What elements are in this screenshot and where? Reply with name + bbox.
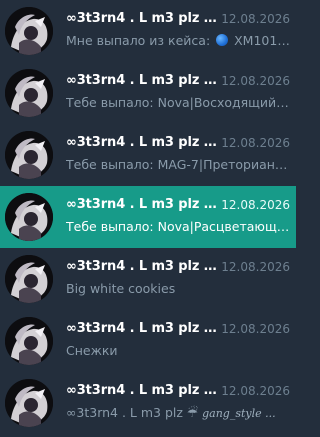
chat-date: 12.08.2026 (221, 322, 290, 336)
message-preview: Тебе выпало: MAG-7|Преторианец... (66, 157, 290, 172)
name-row: ∞3t3rn4 . L m3 plz ☔ ... 12.08.2026 (66, 381, 292, 401)
chat-name: ∞3t3rn4 . L m3 plz ☔ ... (66, 259, 218, 274)
chat-name: ∞3t3rn4 . L m3 plz ☔ ... (66, 135, 218, 150)
avatar[interactable] (5, 69, 53, 117)
chat-date: 12.08.2026 (221, 198, 290, 212)
avatar[interactable] (5, 193, 53, 241)
preview-suffix: gang_style ... (202, 407, 276, 420)
avatar[interactable] (5, 379, 53, 427)
avatar[interactable] (5, 131, 53, 179)
avatar[interactable] (5, 255, 53, 303)
avatar-image (5, 379, 53, 427)
avatar-image (5, 255, 53, 303)
preview-text: ∞3t3rn4 . L m3 plz ☔ (66, 405, 203, 420)
chat-item[interactable]: ∞3t3rn4 . L m3 plz ☔ ... 12.08.2026 Мне … (0, 0, 296, 62)
chat-name: ∞3t3rn4 . L m3 plz ☔ ... (66, 73, 218, 88)
message-preview: Тебе выпало: Nova|Восходящий ч... (66, 95, 290, 110)
chat-date: 12.08.2026 (221, 136, 290, 150)
chat-name: ∞3t3rn4 . L m3 plz ☔ ... (66, 383, 218, 398)
chat-item[interactable]: ∞3t3rn4 . L m3 plz ☔ ... 12.08.2026 Снеж… (0, 310, 296, 372)
avatar-image (5, 131, 53, 179)
avatar[interactable] (5, 317, 53, 365)
preview-suffix: XM1014 ... (234, 33, 290, 48)
message-preview: Тебе выпало: Nova|Расцветающая... (66, 219, 290, 234)
chat-date: 12.08.2026 (221, 384, 290, 398)
avatar-image (5, 193, 53, 241)
name-row: ∞3t3rn4 . L m3 plz ☔ ... 12.08.2026 (66, 9, 292, 29)
avatar[interactable] (5, 7, 53, 55)
chat-name: ∞3t3rn4 . L m3 plz ☔ ... (66, 11, 218, 26)
chat-date: 12.08.2026 (221, 260, 290, 274)
message-preview: Big white cookies (66, 281, 176, 296)
chat-item[interactable]: ∞3t3rn4 . L m3 plz ☔ ... 12.08.2026 ∞3t3… (0, 372, 296, 434)
chat-name: ∞3t3rn4 . L m3 plz ☔ ... (66, 197, 218, 212)
message-preview: ∞3t3rn4 . L m3 plz ☔ gang_style ... (66, 405, 290, 420)
name-row: ∞3t3rn4 . L m3 plz ☔ ... 12.08.2026 (66, 195, 292, 215)
name-row: ∞3t3rn4 . L m3 plz ☔ ... 12.08.2026 (66, 71, 292, 91)
chat-item-active[interactable]: ∞3t3rn4 . L m3 plz ☔ ... 12.08.2026 Тебе… (0, 186, 296, 248)
name-row: ∞3t3rn4 . L m3 plz ☔ ... 12.08.2026 (66, 319, 292, 339)
message-preview: Снежки (66, 343, 118, 358)
preview-text: Мне выпало из кейса: (66, 33, 215, 48)
chat-item[interactable]: ∞3t3rn4 . L m3 plz ☔ ... 12.08.2026 Тебе… (0, 62, 296, 124)
chat-name: ∞3t3rn4 . L m3 plz ☔ ... (66, 321, 218, 336)
avatar-image (5, 69, 53, 117)
chat-item[interactable]: ∞3t3rn4 . L m3 plz ☔ ... 12.08.2026 Big … (0, 248, 296, 310)
blue-ball-icon (216, 34, 229, 46)
chat-list: ∞3t3rn4 . L m3 plz ☔ ... 12.08.2026 Мне … (0, 0, 296, 437)
chat-date: 12.08.2026 (221, 12, 290, 26)
chat-item[interactable]: ∞3t3rn4 . L m3 plz ☔ ... 12.08.2026 Тебе… (0, 124, 296, 186)
name-row: ∞3t3rn4 . L m3 plz ☔ ... 12.08.2026 (66, 257, 292, 277)
avatar-image (5, 317, 53, 365)
chat-date: 12.08.2026 (221, 74, 290, 88)
name-row: ∞3t3rn4 . L m3 plz ☔ ... 12.08.2026 (66, 133, 292, 153)
message-preview: Мне выпало из кейса: XM1014 ... (66, 33, 290, 48)
avatar-image (5, 7, 53, 55)
